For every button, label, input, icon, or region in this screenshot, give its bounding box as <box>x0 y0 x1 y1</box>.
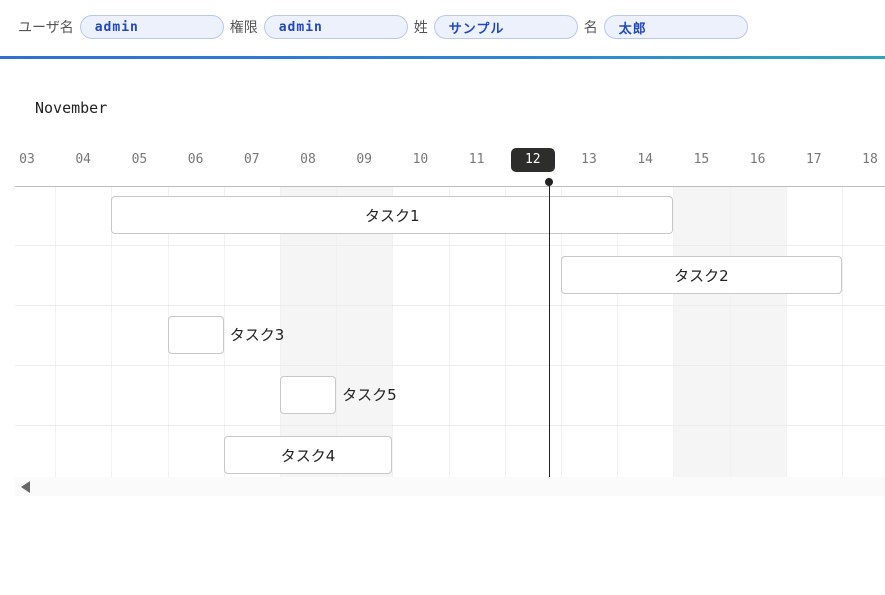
day-column-15 <box>673 187 731 477</box>
user-info-row: ユーザ名 admin 権限 admin 姓 サンプル 名 太郎 <box>18 13 754 41</box>
today-line <box>549 182 550 477</box>
first-name-label: 名 <box>583 20 598 36</box>
task-bar[interactable] <box>167 316 224 354</box>
day-label-08: 08 <box>300 152 316 167</box>
day-column-17 <box>785 187 843 477</box>
task-label: タスク3 <box>229 326 285 344</box>
task-label: タスク4 <box>280 446 336 465</box>
today-marker <box>545 178 553 186</box>
day-label-12: 12 <box>510 148 555 172</box>
day-label-18: 18 <box>862 152 878 167</box>
last-name-label: 姓 <box>413 20 428 36</box>
role-value: admin <box>263 15 408 39</box>
row-divider <box>15 305 885 306</box>
day-column-18 <box>841 187 885 477</box>
role-label: 権限 <box>229 20 258 36</box>
task-label: タスク2 <box>674 266 729 285</box>
row-divider <box>15 365 885 366</box>
username-label: ユーザ名 <box>18 20 74 36</box>
task-bar[interactable]: タスク2 <box>560 256 842 294</box>
row-divider <box>15 245 885 246</box>
task-label: タスク1 <box>365 206 420 225</box>
day-label-09: 09 <box>356 152 373 167</box>
day-label-16: 16 <box>749 152 766 167</box>
day-label-15: 15 <box>693 152 710 167</box>
day-column-04 <box>55 187 112 477</box>
day-column-16 <box>729 187 787 477</box>
horizontal-scrollbar[interactable] <box>15 477 885 496</box>
day-label-07: 07 <box>243 152 260 167</box>
day-label-13: 13 <box>581 152 597 167</box>
task-bar[interactable]: タスク4 <box>223 436 393 474</box>
task-label: タスク5 <box>342 386 397 404</box>
row-divider <box>15 425 885 426</box>
day-label-03: 03 <box>19 152 35 167</box>
day-column-03 <box>15 187 56 477</box>
day-label-17: 17 <box>805 152 822 167</box>
day-label-04: 04 <box>75 152 92 167</box>
day-label-05: 05 <box>131 152 148 167</box>
day-label-11: 11 <box>468 152 485 167</box>
day-label-06: 06 <box>187 152 204 167</box>
day-label-14: 14 <box>637 152 654 167</box>
day-label-10: 10 <box>412 152 429 167</box>
header-divider <box>0 56 885 59</box>
user-info-header: ユーザ名 admin 権限 admin 姓 サンプル 名 太郎 <box>0 0 885 56</box>
scroll-left-icon[interactable] <box>21 481 30 493</box>
last-name-value: サンプル <box>433 15 578 39</box>
month-label: November <box>35 99 108 117</box>
task-bar[interactable] <box>279 376 337 414</box>
first-name-value: 太郎 <box>603 15 748 39</box>
task-bar[interactable]: タスク1 <box>111 196 674 234</box>
username-value: admin <box>79 15 224 39</box>
